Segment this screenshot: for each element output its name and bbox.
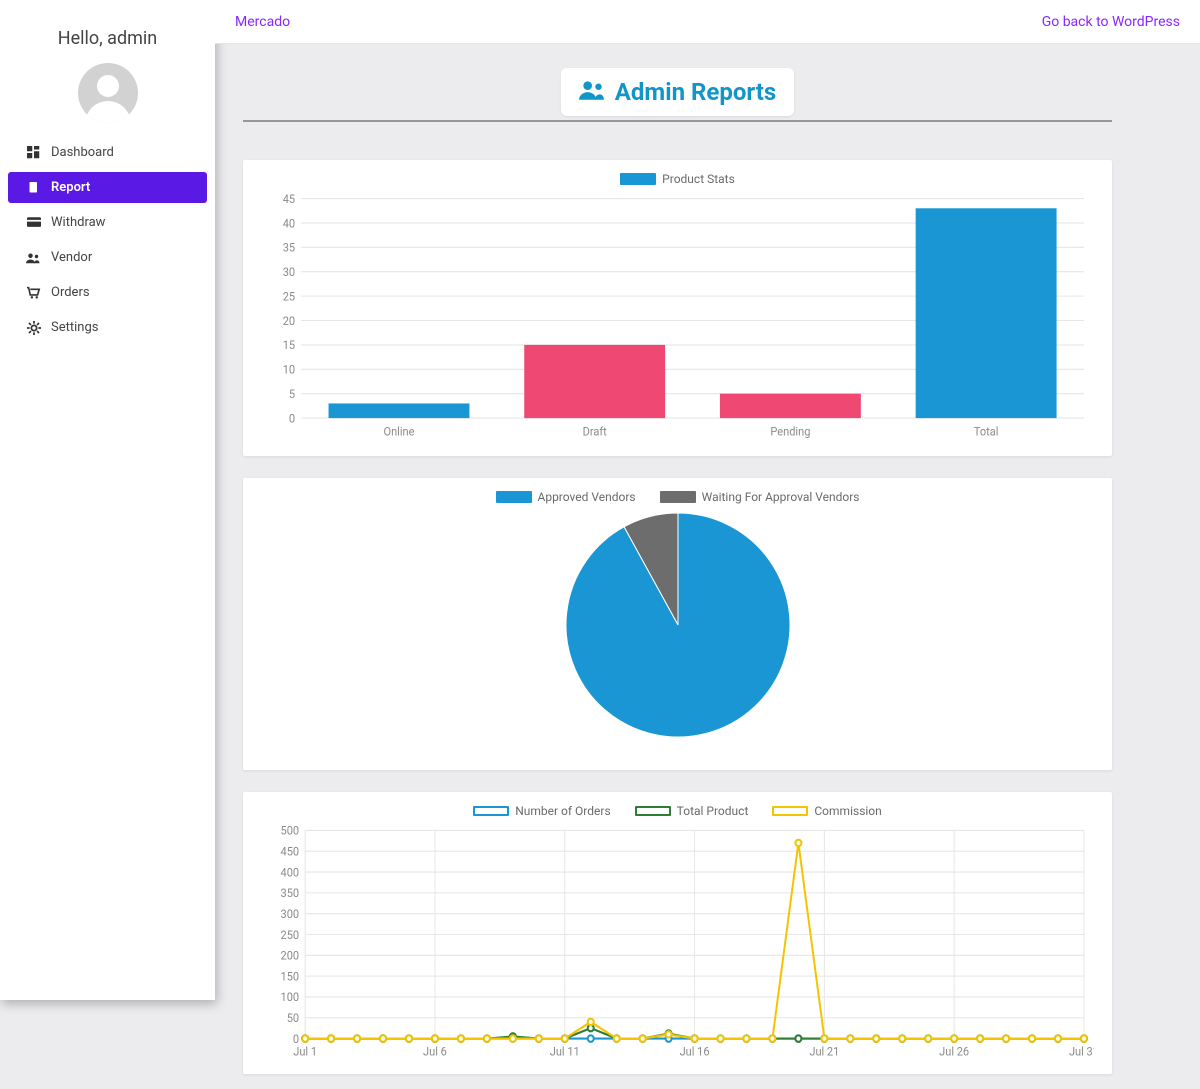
orders-line-card: Number of Orders Total Product Commissio… — [243, 792, 1112, 1074]
sidebar-item-label: Orders — [51, 285, 90, 300]
page-title-text: Admin Reports — [615, 78, 776, 106]
legend-swatch — [772, 806, 808, 816]
legend-swatch — [496, 491, 532, 503]
sidebar-item-settings[interactable]: Settings — [0, 310, 215, 345]
svg-text:10: 10 — [283, 362, 295, 377]
sidebar-item-label: Withdraw — [51, 215, 105, 230]
sidebar-item-label: Vendor — [51, 250, 92, 265]
page-title: Admin Reports — [561, 68, 794, 116]
svg-text:Jul 21: Jul 21 — [809, 1044, 839, 1058]
svg-text:350: 350 — [281, 886, 300, 900]
svg-text:25: 25 — [283, 289, 296, 304]
line-legend: Number of Orders Total Product Commissio… — [261, 804, 1094, 818]
legend-label: Approved Vendors — [538, 490, 636, 504]
sidebar-item-withdraw[interactable]: Withdraw — [0, 205, 215, 240]
svg-text:Pending: Pending — [770, 424, 810, 439]
bar-chart: 0 5 10 15 20 25 30 35 40 45 Online Draft Pending Tota… — [261, 192, 1094, 442]
svg-text:Jul 16: Jul 16 — [680, 1044, 710, 1058]
svg-text:400: 400 — [281, 865, 300, 879]
page-divider — [243, 120, 1112, 122]
welcome-text: Hello, admin — [0, 0, 215, 49]
avatar — [78, 63, 138, 123]
sidebar-item-vendor[interactable]: Vendor — [0, 240, 215, 275]
svg-text:450: 450 — [281, 844, 300, 858]
withdraw-icon — [26, 215, 41, 230]
svg-text:30: 30 — [283, 265, 295, 280]
legend-swatch — [635, 806, 671, 816]
svg-text:5: 5 — [289, 387, 296, 402]
dashboard-icon — [26, 145, 41, 160]
svg-text:150: 150 — [281, 969, 300, 983]
pie-chart — [563, 510, 793, 740]
legend-swatch — [620, 173, 656, 185]
sidebar-item-label: Dashboard — [51, 145, 114, 160]
svg-text:Jul 1: Jul 1 — [293, 1044, 317, 1058]
legend-swatch — [473, 806, 509, 816]
line-chart: 050100150200250300350400450500Jul 1Jul 6… — [261, 824, 1094, 1060]
users-icon — [579, 78, 605, 106]
back-to-wordpress-link[interactable]: Go back to WordPress — [1042, 14, 1180, 30]
settings-icon — [26, 320, 41, 335]
legend-label: Waiting For Approval Vendors — [702, 490, 860, 504]
legend-label: Commission — [814, 804, 881, 818]
sidebar-item-dashboard[interactable]: Dashboard — [0, 135, 215, 170]
svg-text:Online: Online — [383, 424, 414, 439]
sidebar-item-report[interactable]: Report — [8, 172, 207, 203]
bar-legend: Product Stats — [261, 172, 1094, 186]
orders-icon — [26, 285, 41, 300]
svg-text:300: 300 — [281, 907, 300, 921]
topbar: Mercado Go back to WordPress — [215, 0, 1200, 44]
svg-text:200: 200 — [281, 948, 300, 962]
svg-text:35: 35 — [283, 240, 296, 255]
main: Admin Reports Product Stats 0 5 10 15 20 25 30… — [215, 44, 1140, 1089]
sidebar: Hello, admin Dashboard Report Withdraw — [0, 0, 215, 1000]
svg-text:45: 45 — [283, 192, 296, 206]
vendor-icon — [26, 250, 41, 265]
sidebar-item-label: Report — [51, 180, 90, 195]
svg-text:Total: Total — [974, 424, 999, 439]
sidebar-nav: Dashboard Report Withdraw Vendor Orders — [0, 135, 215, 345]
svg-text:15: 15 — [283, 338, 296, 353]
svg-text:500: 500 — [281, 824, 300, 838]
legend-label: Number of Orders — [515, 804, 610, 818]
legend-label: Product Stats — [662, 172, 735, 186]
report-icon — [26, 180, 41, 195]
svg-text:50: 50 — [287, 1011, 299, 1025]
vendor-pie-card: Approved Vendors Waiting For Approval Ve… — [243, 478, 1112, 770]
legend-label: Total Product — [677, 804, 749, 818]
sidebar-item-orders[interactable]: Orders — [0, 275, 215, 310]
svg-text:100: 100 — [281, 990, 300, 1004]
pie-legend: Approved Vendors Waiting For Approval Ve… — [261, 490, 1094, 504]
product-stats-card: Product Stats 0 5 10 15 20 25 30 35 40 45 Online Dr… — [243, 160, 1112, 456]
svg-text:0: 0 — [289, 411, 295, 426]
svg-text:250: 250 — [281, 927, 300, 941]
svg-text:40: 40 — [283, 216, 295, 231]
svg-text:20: 20 — [283, 313, 295, 328]
brand-link[interactable]: Mercado — [235, 14, 290, 30]
svg-text:Jul 31: Jul 31 — [1069, 1044, 1094, 1058]
sidebar-item-label: Settings — [51, 320, 98, 335]
svg-text:Draft: Draft — [583, 424, 607, 439]
svg-text:Jul 11: Jul 11 — [550, 1044, 580, 1058]
legend-swatch — [660, 491, 696, 503]
svg-text:Jul 26: Jul 26 — [939, 1044, 969, 1058]
svg-text:Jul 6: Jul 6 — [423, 1044, 447, 1058]
